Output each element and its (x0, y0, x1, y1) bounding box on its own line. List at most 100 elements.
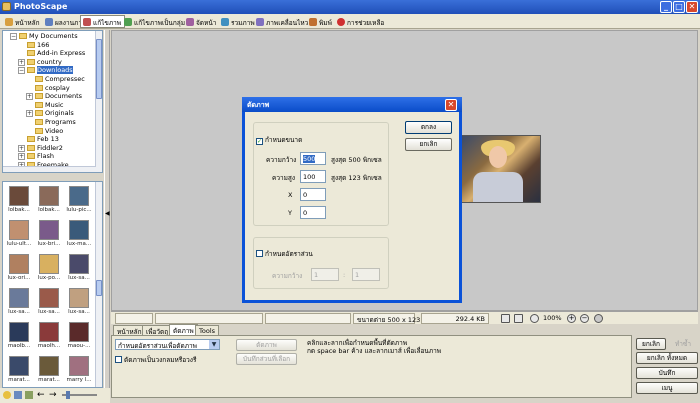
thumbnail-image (69, 288, 89, 308)
forward-arrow-icon[interactable]: → (49, 390, 57, 400)
ratio-group (253, 237, 389, 289)
crop-button[interactable]: ตัดภาพ (236, 339, 297, 351)
thumbnail-image (69, 322, 89, 342)
status-cell (155, 313, 263, 324)
tab-crop[interactable]: ตัดภาพ (169, 324, 198, 335)
tree-vertical-scrollbar[interactable] (95, 31, 102, 172)
actual-size-icon[interactable] (514, 314, 523, 323)
tab-label: การช่วยเหลือ (347, 19, 385, 27)
maximize-button[interactable]: □ (673, 1, 685, 13)
undo-button[interactable]: ยกเลิก (636, 338, 666, 350)
window-title: PhotoScape (14, 2, 68, 11)
zoom-search-icon[interactable] (530, 314, 539, 323)
window-title-bar[interactable]: PhotoScape _ □ ✕ (0, 0, 700, 14)
dialog-close-button[interactable]: ✕ (445, 99, 457, 111)
info-icon[interactable] (594, 314, 603, 323)
thumbnail-vertical-scrollbar[interactable] (95, 182, 102, 387)
zoom-in-icon[interactable]: + (567, 314, 576, 323)
tab-objects[interactable]: เพื่อวัตถุ (142, 325, 173, 336)
tab-home-tools[interactable]: หน้าหลัก (113, 325, 146, 336)
crop-ratio-select[interactable]: กำหนดอัตราส่วนเพื่อตัดภาพ ▼ (115, 339, 220, 350)
thumbnail-list[interactable]: lolbak... lolbak... lulu-pic... lulu-ult...… (2, 181, 103, 388)
tree-horizontal-scrollbar[interactable] (3, 166, 96, 172)
folder-icon (35, 76, 43, 82)
back-arrow-icon[interactable]: ← (37, 390, 45, 400)
folder-up-icon[interactable] (25, 391, 33, 399)
menu-button[interactable]: เมนู (636, 382, 698, 394)
refresh-icon[interactable] (14, 391, 22, 399)
expand-icon[interactable]: + (18, 153, 25, 161)
checkbox-box[interactable] (256, 250, 263, 257)
thumbnail-label: lolbak... (38, 207, 60, 213)
thumbnail-image (9, 220, 29, 240)
expand-icon[interactable]: + (18, 58, 25, 66)
tab-home[interactable]: หน้าหลัก (2, 15, 44, 28)
collapse-icon[interactable]: − (10, 33, 17, 40)
crop-ellipse-checkbox[interactable]: ตัดภาพเป็นวงกลมหรือวงรี (115, 355, 196, 365)
tab-tools[interactable]: Tools (195, 325, 220, 335)
fit-window-icon[interactable] (501, 314, 510, 323)
close-button[interactable]: ✕ (686, 1, 698, 13)
ratio-checkbox[interactable]: กำหนดอัตราส่วน (256, 249, 313, 259)
panel-splitter[interactable]: ◀ (104, 30, 110, 388)
folder-tree[interactable]: − My Documents 166 Add-in Express + country − D… (2, 30, 103, 173)
redo-button[interactable]: ทำซ้ำ (668, 338, 698, 350)
tab-label: หน้าหลัก (15, 19, 40, 27)
tree-item-label: Video (45, 126, 64, 135)
collapse-arrow-icon[interactable]: ◀ (105, 210, 110, 217)
ok-button[interactable]: ตกลง (405, 121, 452, 134)
status-bar: ขนาดต่าย 500 x 123 292.4 KB 100% + − (111, 311, 698, 324)
tree-item-label: Documents (45, 92, 83, 101)
width-input[interactable]: 500 (300, 152, 326, 165)
zoom-out-icon[interactable]: − (580, 314, 589, 323)
thumbnail-label: marat... (38, 377, 60, 383)
checkbox-box[interactable] (115, 356, 122, 363)
scrollbar-thumb[interactable] (96, 280, 102, 296)
tab-animated-gif[interactable]: ภาพเคลื่อนไหว (253, 15, 312, 28)
folder-icon (19, 33, 27, 39)
folder-icon (27, 41, 35, 48)
thumbnail-item[interactable]: marat... (35, 354, 63, 387)
minimize-button[interactable]: _ (660, 1, 672, 13)
tree-item-label: cosplay (45, 83, 70, 92)
thumbnail-item[interactable]: marry l... (65, 354, 93, 387)
tree-item-label: Fiddler2 (37, 143, 63, 152)
main-tab-bar: หน้าหลัก ผลงานภาพ แก้ไขภาพ แก้ไขภาพเป็นก… (0, 14, 700, 29)
expand-icon[interactable]: + (18, 144, 25, 152)
slider-handle[interactable] (66, 391, 70, 399)
tab-batch-editor[interactable]: แก้ไขภาพเป็นกลุ่ม (121, 15, 189, 28)
size-checkbox[interactable]: ✓ กำหนดขนาด (256, 135, 302, 145)
thumbnail-label: lux-sa... (8, 309, 30, 315)
height-value: 100 (303, 173, 316, 181)
animated-gif-icon (256, 18, 264, 26)
thumbnail-item[interactable]: marat... (5, 354, 33, 387)
ratio-width-input[interactable]: 1 (311, 268, 339, 281)
tab-editor[interactable]: แก้ไขภาพ (80, 15, 126, 28)
save-selection-button[interactable]: บันทึกส่วนที่เลือก (236, 353, 297, 365)
thumbnail-label: marry l... (66, 377, 92, 383)
scrollbar-thumb[interactable] (96, 39, 102, 99)
save-button[interactable]: บันทึก (636, 367, 698, 379)
checkbox-box[interactable]: ✓ (256, 138, 263, 145)
tree-item-label: Music (45, 100, 64, 109)
collapse-icon[interactable]: − (18, 67, 25, 75)
image-preview[interactable] (460, 135, 541, 203)
editor-icon (83, 18, 91, 26)
expand-icon[interactable]: + (26, 93, 33, 101)
tab-help[interactable]: การช่วยเหลือ (334, 15, 388, 28)
tab-page[interactable]: จัดหน้า (183, 15, 220, 28)
expand-icon[interactable]: + (26, 110, 33, 118)
ratio-height-input[interactable]: 1 (352, 268, 380, 281)
y-input[interactable]: 0 (300, 206, 326, 219)
x-input[interactable]: 0 (300, 188, 326, 201)
undo-all-button[interactable]: ยกเลิก ทั้งหมด (636, 352, 698, 364)
status-cell (115, 313, 153, 324)
dialog-title-bar[interactable]: ตัดภาพ (242, 97, 462, 112)
tab-print[interactable]: พิมพ์ (306, 15, 336, 28)
folder-icon (27, 67, 35, 74)
width-value: 500 (303, 155, 316, 163)
cancel-button[interactable]: ยกเลิก (405, 138, 452, 151)
thumbnail-image (9, 288, 29, 308)
height-input[interactable]: 100 (300, 170, 326, 183)
star-icon[interactable] (3, 391, 11, 399)
